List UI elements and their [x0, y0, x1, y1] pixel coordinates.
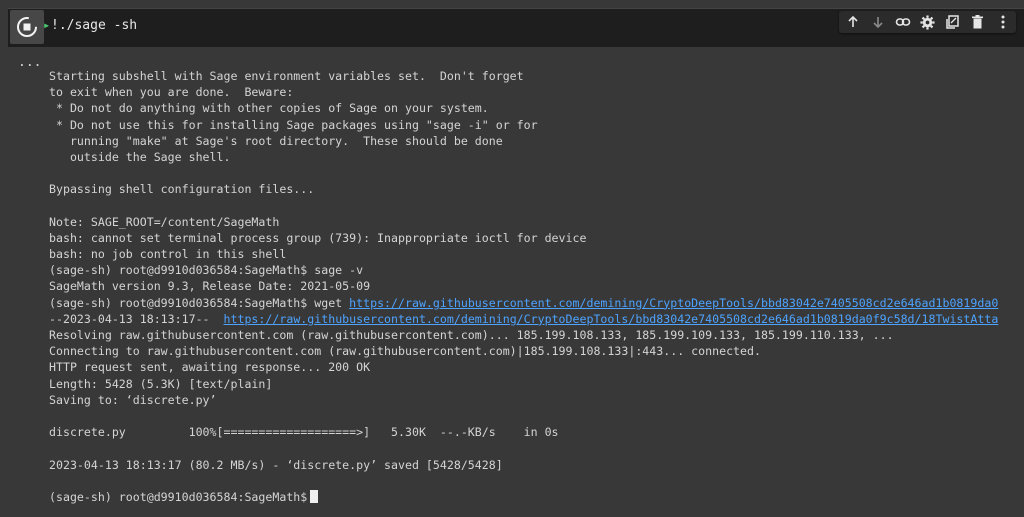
- output-line: Connecting to raw.githubusercontent.com …: [49, 344, 761, 359]
- arrow-up-icon[interactable]: [843, 13, 862, 32]
- output-line: Resolving raw.githubusercontent.com (raw…: [49, 328, 894, 342]
- output-line: (sage-sh) root@d9910d036584:SageMath$ sa…: [49, 263, 364, 278]
- output-line: * Do not do anything with other copies o…: [49, 101, 489, 116]
- output-line: bash: cannot set terminal process group …: [49, 230, 587, 245]
- notebook-cell: ▸ !./sage -sh ... Starting subshell with…: [0, 0, 1024, 517]
- terminal-cursor: [310, 489, 319, 503]
- output-line-date: --2023-04-13 18:13:17-- https://raw.gith…: [49, 311, 999, 326]
- output-line: Starting subshell with Sage environment …: [49, 69, 524, 83]
- output-line: Saving to: ‘discrete.py’: [49, 392, 217, 407]
- output-line: discrete.py 100%[===================>] 5…: [49, 425, 559, 440]
- date-url-link[interactable]: https://raw.githubusercontent.com/demini…: [224, 312, 999, 326]
- cell-output: Starting subshell with Sage environment …: [49, 68, 1024, 505]
- arrow-down-icon[interactable]: [868, 13, 887, 32]
- output-line-prompt[interactable]: (sage-sh) root@d9910d036584:SageMath$: [49, 489, 1024, 505]
- output-line: * Do not use this for installing Sage pa…: [49, 117, 538, 132]
- output-line: to exit when you are done. Beware:: [49, 85, 294, 100]
- output-line: bash: no job control in this shell: [49, 247, 287, 262]
- output-menu-button[interactable]: ...: [18, 55, 41, 70]
- wget-url-link[interactable]: https://raw.githubusercontent.com/demini…: [349, 296, 998, 310]
- cell-code[interactable]: !./sage -sh: [51, 17, 137, 35]
- output-line: Bypassing shell configuration files...: [49, 182, 315, 197]
- more-vert-icon[interactable]: [993, 13, 1012, 32]
- mirror-cell-icon[interactable]: [943, 13, 962, 32]
- output-line-wget: (sage-sh) root@d9910d036584:SageMath$ wg…: [49, 295, 999, 310]
- code-cell-input[interactable]: [8, 8, 1024, 47]
- output-line: 2023-04-13 18:13:17 (80.2 MB/s) - ‘discr…: [49, 457, 503, 472]
- gear-icon[interactable]: [918, 13, 937, 32]
- trash-icon[interactable]: [968, 13, 987, 32]
- output-line: Note: SAGE_ROOT=/content/SageMath: [49, 214, 280, 229]
- output-line: outside the Sage shell.: [49, 149, 231, 164]
- cell-toolbar: [839, 11, 1016, 33]
- output-line: HTTP request sent, awaiting response... …: [49, 360, 371, 375]
- output-line: SageMath version 9.3, Release Date: 2021…: [49, 279, 371, 294]
- executing-indicator: ▸: [43, 18, 51, 32]
- link-icon[interactable]: [893, 13, 912, 32]
- output-line: Length: 5428 (5.3K) [text/plain]: [49, 376, 273, 391]
- stop-circle-icon[interactable]: [10, 10, 44, 44]
- output-line: running "make" at Sage's root directory.…: [49, 133, 503, 148]
